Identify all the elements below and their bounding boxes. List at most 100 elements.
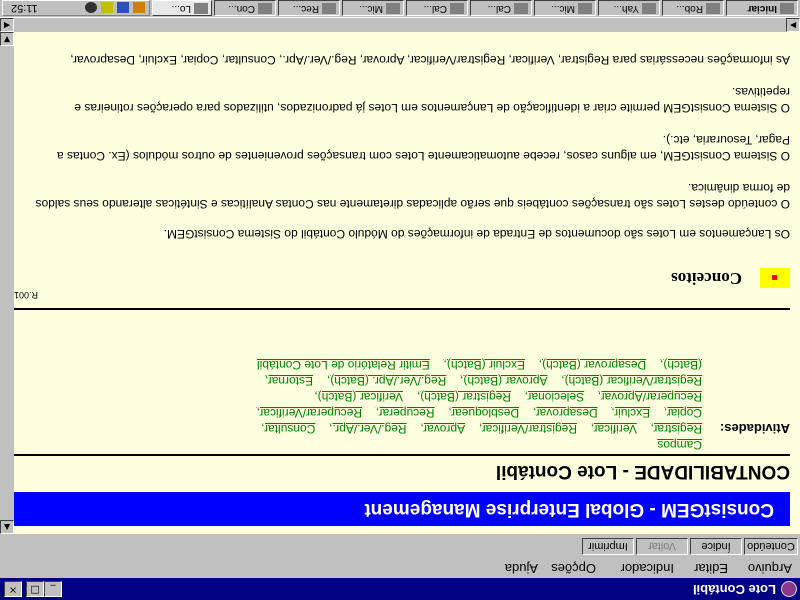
vertical-scrollbar[interactable]: ▲ ▼: [0, 32, 14, 534]
link-activity[interactable]: Registrar/Verificar,: [479, 422, 577, 436]
activities-label: Atividades:: [719, 421, 790, 436]
scroll-left-icon[interactable]: ◀: [0, 18, 14, 32]
scroll-up-icon[interactable]: ▲: [0, 520, 14, 534]
product-banner: ConsistGEM - Global Enterprise Managemen…: [14, 492, 790, 526]
activities-line: Copiar, Excluir, Desaprovar, Desbloquear…: [247, 406, 702, 420]
taskbar-label: Mic...: [359, 3, 383, 14]
taskbar-label: Rec...: [292, 3, 319, 14]
activities-line: Recuperar/Aprovar, Selecionar, Registrar…: [304, 390, 702, 404]
activities-line: Registrar/Verificar (Batch), Aprovar (Ba…: [255, 374, 702, 388]
link-activity[interactable]: Registrar,: [651, 422, 702, 436]
link-activity[interactable]: Copiar,: [664, 406, 702, 420]
windows-logo-icon: [780, 3, 794, 14]
app-icon: [706, 3, 720, 14]
link-activity[interactable]: Registrar (Batch),: [417, 390, 511, 404]
menu-arquivo[interactable]: Arquivo: [748, 561, 792, 576]
volume-icon[interactable]: [85, 2, 97, 13]
divider: [14, 308, 790, 310]
page-code: R.001: [14, 290, 39, 300]
tray-icon[interactable]: [101, 2, 113, 13]
taskbar-label: Mic...: [551, 3, 575, 14]
menu-ajuda[interactable]: Ajuda: [505, 561, 538, 576]
system-tray: 11:52: [2, 0, 150, 16]
section-bullet-icon: [760, 268, 790, 288]
link-activity[interactable]: Excluir,: [611, 406, 650, 420]
start-label: Iniciar: [747, 3, 777, 14]
taskbar-item[interactable]: Rec...: [278, 0, 340, 16]
taskbar-label: Con...: [228, 3, 255, 14]
title-bar: Lote Contábil _ □ ×: [0, 578, 800, 600]
print-button[interactable]: Imprimir: [582, 538, 634, 555]
link-activity[interactable]: Recuperar/Verificar,: [257, 406, 362, 420]
tray-icon[interactable]: [117, 2, 129, 13]
menu-bar: Arquivo Editar Indicador Opções Ajuda: [0, 558, 800, 578]
link-activity[interactable]: Verificar (Batch),: [314, 390, 403, 404]
taskbar-item[interactable]: Lo...: [152, 0, 212, 16]
taskbar-label: Lo...: [171, 3, 191, 14]
app-icon: [258, 3, 272, 14]
link-activity[interactable]: Excluir (Batch),: [444, 358, 525, 372]
taskbar-item[interactable]: Cal...: [470, 0, 532, 16]
menu-indicador[interactable]: Indicador: [621, 561, 674, 576]
paragraph: As informações necessárias para Registra…: [70, 53, 790, 67]
link-activity[interactable]: Emitir Relatório de Lote Contábil: [257, 358, 430, 372]
help-toolbar: Conteúdo Índice Voltar Imprimir: [0, 534, 800, 558]
close-button[interactable]: ×: [4, 581, 22, 597]
link-activity[interactable]: Reg./Ver./Apr. (Batch),: [327, 374, 446, 388]
taskbar-item[interactable]: Mic...: [534, 0, 596, 16]
scroll-down-icon[interactable]: ▼: [0, 32, 14, 46]
link-activity[interactable]: Verificar,: [591, 422, 637, 436]
app-icon: [642, 3, 656, 14]
horizontal-scrollbar[interactable]: ◀ ▶: [0, 18, 800, 32]
taskbar-item[interactable]: Mic...: [342, 0, 404, 16]
window-title: Lote Contábil: [692, 582, 776, 597]
tab-conteudo[interactable]: Conteúdo: [744, 538, 798, 555]
link-activity[interactable]: Estornar,: [265, 374, 313, 388]
link-activity[interactable]: Aprovar (Batch),: [460, 374, 547, 388]
menu-opcoes[interactable]: Opções: [551, 561, 596, 576]
paragraph: O Sistema ConsistGEM, em alguns casos, r…: [56, 133, 790, 163]
paragraph: O conteúdo destes Lotes são transações c…: [35, 181, 790, 211]
app-icon: [578, 3, 592, 14]
page-title: CONTABILIDADE - Lote Contábil: [495, 461, 790, 482]
taskbar-item[interactable]: Cal...: [406, 0, 468, 16]
menu-editar[interactable]: Editar: [694, 561, 728, 576]
taskbar-label: Cal...: [423, 3, 447, 14]
app-icon: [322, 3, 336, 14]
back-button[interactable]: Voltar: [636, 538, 688, 555]
tab-indice[interactable]: Índice: [690, 538, 742, 555]
taskbar-item[interactable]: Rob...: [662, 0, 724, 16]
link-activity[interactable]: Reg./Ver./Apr.,: [329, 422, 406, 436]
paragraph: O Sistema ConsistGEM permite criar a ide…: [74, 85, 790, 115]
taskbar-item[interactable]: Yah...: [598, 0, 660, 16]
taskbar-label: Rob...: [676, 3, 703, 14]
maximize-button[interactable]: □: [26, 581, 44, 597]
app-icon: [450, 3, 464, 14]
link-activity[interactable]: Consultar,: [261, 422, 315, 436]
divider: [14, 454, 790, 456]
link-activity[interactable]: Registrar/Verificar (Batch),: [561, 374, 702, 388]
start-button[interactable]: Iniciar: [726, 0, 798, 16]
link-activity[interactable]: Selecionar,: [525, 390, 584, 404]
help-book-icon: [194, 3, 208, 14]
taskbar-label: Yah...: [613, 3, 639, 14]
help-book-icon: [781, 581, 797, 597]
taskbar-label: Cal...: [487, 3, 511, 14]
link-activity[interactable]: Desaprovar,: [533, 406, 598, 420]
taskbar-item[interactable]: Con...: [214, 0, 276, 16]
activities-line: (Batch), Desaprovar (Batch), Excluir (Ba…: [247, 358, 702, 372]
link-activity[interactable]: Desbloquear,: [448, 406, 519, 420]
clock: 11:52: [11, 2, 38, 14]
link-activity[interactable]: Recuperar,: [376, 406, 435, 420]
link-activity[interactable]: Recuperar/Aprovar,: [598, 390, 702, 404]
link-activity[interactable]: Desaprovar (Batch),: [539, 358, 646, 372]
app-icon: [514, 3, 528, 14]
link-activity[interactable]: (Batch),: [660, 358, 702, 372]
paragraph: Os Lançamentos em Lotes são documentos d…: [163, 227, 790, 241]
scroll-right-icon[interactable]: ▶: [786, 18, 800, 32]
minimize-button[interactable]: _: [44, 581, 62, 597]
link-campos[interactable]: Campos: [657, 438, 702, 452]
app-icon: [386, 3, 400, 14]
link-activity[interactable]: Aprovar,: [420, 422, 465, 436]
tray-icon[interactable]: [133, 2, 145, 13]
